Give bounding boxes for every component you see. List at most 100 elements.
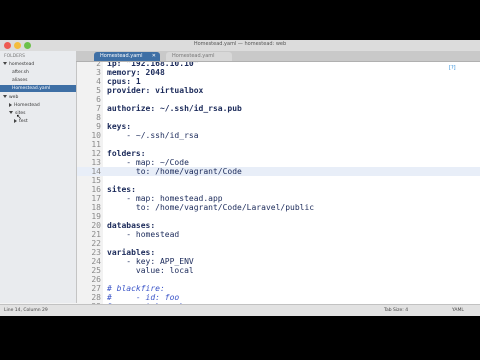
disclosure-open-icon[interactable] bbox=[9, 111, 13, 114]
code-text: to: /home/vagrant/Code bbox=[107, 167, 242, 176]
sidebar-file-homestead-yaml[interactable]: Homestead.yaml bbox=[0, 85, 76, 92]
line-number: 19 bbox=[91, 212, 101, 221]
code-line[interactable]: 16 sites: bbox=[77, 185, 480, 194]
line-number: 28 bbox=[91, 293, 101, 302]
code-text: variables: bbox=[107, 248, 156, 257]
line-number: 20 bbox=[91, 221, 101, 230]
line-number: 26 bbox=[91, 275, 101, 284]
tab-bar: Homestead.yaml ✕ Homestead.yaml bbox=[76, 51, 480, 62]
code-line[interactable]: 9 keys: bbox=[77, 122, 480, 131]
code-text: memory: 2048 bbox=[107, 68, 165, 77]
sidebar-file-after-sh[interactable]: after.sh bbox=[12, 69, 29, 76]
syntax-selector[interactable]: YAML bbox=[452, 305, 464, 316]
code-text: databases: bbox=[107, 221, 156, 230]
line-number: 21 bbox=[91, 230, 101, 239]
line-number: 15 bbox=[91, 176, 101, 185]
line-number: 13 bbox=[91, 158, 101, 167]
line-number: 12 bbox=[91, 149, 101, 158]
code-text: - homestead bbox=[107, 230, 180, 239]
code-line[interactable]: 17 - map: homestead.app bbox=[77, 194, 480, 203]
cursor-position: Line 14, Column 29 bbox=[4, 308, 48, 313]
code-text: cpus: 1 bbox=[107, 77, 141, 86]
line-number: 22 bbox=[91, 239, 101, 248]
code-text: provider: virtualbox bbox=[107, 86, 204, 95]
code-line[interactable]: 25 value: local bbox=[77, 266, 480, 275]
code-line[interactable]: 10 - ~/.ssh/id_rsa bbox=[77, 131, 480, 140]
code-line[interactable]: 23 variables: bbox=[77, 248, 480, 257]
code-text: keys: bbox=[107, 122, 132, 131]
disclosure-closed-icon[interactable] bbox=[9, 102, 12, 107]
code-line[interactable]: 27 # blackfire: bbox=[77, 284, 480, 293]
code-line[interactable]: 3 memory: 2048 bbox=[77, 68, 480, 77]
code-line[interactable]: 26 bbox=[77, 275, 480, 284]
code-line[interactable]: 13 - map: ~/Code bbox=[77, 158, 480, 167]
window-title: Homestead.yaml — homestead: web bbox=[193, 41, 287, 47]
code-line[interactable]: 15 bbox=[77, 176, 480, 185]
code-line[interactable]: 5 provider: virtualbox bbox=[77, 86, 480, 95]
code-line[interactable]: 11 bbox=[77, 140, 480, 149]
line-number: 6 bbox=[96, 95, 101, 104]
sidebar-folder-web[interactable]: web bbox=[3, 94, 18, 101]
line-number: 27 bbox=[91, 284, 101, 293]
sidebar-file-aliases[interactable]: aliases bbox=[12, 77, 27, 84]
code-line[interactable]: 28 # - id: foo bbox=[77, 293, 480, 302]
code-text: - map: homestead.app bbox=[107, 194, 223, 203]
sidebar-folder-homestead[interactable]: homestead bbox=[3, 61, 34, 68]
code-text: sites: bbox=[107, 185, 136, 194]
line-number: 3 bbox=[96, 68, 101, 77]
code-line[interactable]: 14 to: /home/vagrant/Code bbox=[77, 167, 480, 176]
line-number: 16 bbox=[91, 185, 101, 194]
line-number: 10 bbox=[91, 131, 101, 140]
code-line[interactable]: 12 folders: bbox=[77, 149, 480, 158]
line-number: 11 bbox=[91, 140, 101, 149]
code-line[interactable]: 22 bbox=[77, 239, 480, 248]
line-number: 25 bbox=[91, 266, 101, 275]
code-line[interactable]: 7 authorize: ~/.ssh/id_rsa.pub bbox=[77, 104, 480, 113]
code-line[interactable]: 24 - key: APP_ENV bbox=[77, 257, 480, 266]
sidebar-item-label: web bbox=[9, 95, 19, 100]
tab-homestead-yaml-active[interactable]: Homestead.yaml ✕ bbox=[94, 52, 160, 61]
line-number: 9 bbox=[96, 122, 101, 131]
editor-window: Homestead.yaml — homestead: web FOLDERS … bbox=[0, 40, 480, 316]
line-number: 8 bbox=[96, 113, 101, 122]
line-number: 17 bbox=[91, 194, 101, 203]
tab-label: Homestead.yaml bbox=[100, 53, 143, 59]
sidebar-item-label: homestead bbox=[9, 62, 35, 67]
code-text: - map: ~/Code bbox=[107, 158, 189, 167]
code-line[interactable]: 18 to: /home/vagrant/Code/Laravel/public bbox=[77, 203, 480, 212]
sidebar-folder-homestead-sub[interactable]: Homestead bbox=[9, 102, 40, 109]
code-line[interactable]: 8 bbox=[77, 113, 480, 122]
disclosure-open-icon[interactable] bbox=[3, 95, 7, 98]
close-tab-icon[interactable]: ✕ bbox=[152, 52, 156, 61]
line-number: 7 bbox=[96, 104, 101, 113]
disclosure-open-icon[interactable] bbox=[3, 62, 7, 65]
code-text: value: local bbox=[107, 266, 194, 275]
code-text: authorize: ~/.ssh/id_rsa.pub bbox=[107, 104, 242, 113]
sidebar-item-label: Homestead bbox=[14, 103, 40, 108]
tab-label: Homestead.yaml bbox=[172, 53, 215, 59]
sidebar-header: FOLDERS bbox=[4, 54, 25, 59]
line-number: 14 bbox=[91, 167, 101, 176]
line-number: 5 bbox=[96, 86, 101, 95]
code-text: - key: APP_ENV bbox=[107, 257, 194, 266]
line-number: 24 bbox=[91, 257, 101, 266]
code-text: - ~/.ssh/id_rsa bbox=[107, 131, 199, 140]
tab-homestead-yaml-inactive[interactable]: Homestead.yaml bbox=[166, 52, 232, 61]
code-text: # - id: foo bbox=[107, 293, 180, 302]
code-line[interactable]: 21 - homestead bbox=[77, 230, 480, 239]
code-text: folders: bbox=[107, 149, 146, 158]
mouse-pointer-icon: ↖ bbox=[16, 113, 22, 121]
code-line[interactable]: 6 bbox=[77, 95, 480, 104]
code-line[interactable]: 20 databases: bbox=[77, 221, 480, 230]
code-line[interactable]: 4 cpus: 1 bbox=[77, 77, 480, 86]
code-line[interactable]: 19 bbox=[77, 212, 480, 221]
code-text: to: /home/vagrant/Code/Laravel/public bbox=[107, 203, 315, 212]
status-bar: Line 14, Column 29 Tab Size: 4 YAML bbox=[0, 304, 480, 316]
line-number: 4 bbox=[96, 77, 101, 86]
tab-size-selector[interactable]: Tab Size: 4 bbox=[384, 305, 408, 316]
line-number: 23 bbox=[91, 248, 101, 257]
sidebar: FOLDERS homestead after.sh aliases Homes… bbox=[0, 51, 77, 303]
code-editor[interactable]: [?] 2 ip: "192.168.10.10" 3 memory: 2048 4 cp… bbox=[77, 62, 480, 304]
line-number: 18 bbox=[91, 203, 101, 212]
code-text: # blackfire: bbox=[107, 284, 165, 293]
